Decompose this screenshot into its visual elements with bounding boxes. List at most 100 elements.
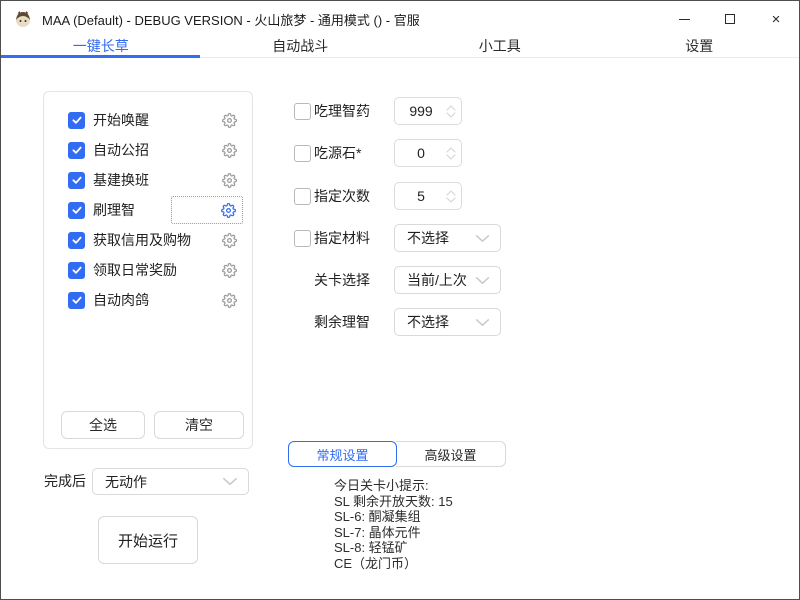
tip-line: SL-7: 晶体元件 — [334, 525, 453, 541]
chevron-down-icon — [475, 318, 490, 327]
task-row-credit-shopping: 获取信用及购物 — [44, 225, 252, 255]
after-completion-select[interactable]: 无动作 — [92, 468, 249, 495]
task-row-daily-rewards: 领取日常奖励 — [44, 255, 252, 285]
task-label: 自动肉鸽 — [93, 290, 215, 310]
select-value: 不选择 — [395, 228, 475, 248]
task-label: 开始唤醒 — [93, 110, 215, 130]
task-row-infrastructure: 基建换班 — [44, 165, 252, 195]
tab-farming[interactable]: 一键长草 — [1, 37, 201, 57]
app-window: MAA (Default) - DEBUG VERSION - 火山旅梦 - 通… — [0, 0, 800, 600]
tab-settings[interactable]: 设置 — [600, 37, 800, 57]
times-row: 指定次数 5 — [294, 182, 504, 210]
material-row: 指定材料 不选择 — [294, 224, 504, 252]
spinner-arrows-icon[interactable] — [441, 147, 461, 160]
window-title: MAA (Default) - DEBUG VERSION - 火山旅梦 - 通… — [42, 10, 420, 29]
spinner-arrows-icon[interactable] — [441, 190, 461, 203]
chevron-down-icon — [475, 234, 490, 243]
remaining-sanity-select[interactable]: 不选择 — [394, 308, 501, 336]
chevron-down-icon — [222, 477, 238, 486]
start-run-button[interactable]: 开始运行 — [98, 516, 198, 564]
task-label: 刷理智 — [93, 200, 171, 220]
gear-icon — [222, 173, 237, 188]
close-button[interactable]: × — [753, 1, 799, 37]
task-settings-gear-button[interactable] — [215, 286, 243, 314]
originium-count-spinner[interactable]: 0 — [394, 139, 462, 167]
tab-copilot[interactable]: 自动战斗 — [201, 37, 401, 57]
medicine-label: 吃理智药 — [314, 97, 370, 125]
task-checkbox[interactable] — [68, 172, 85, 189]
remaining-sanity-row: 剩余理智 不选择 — [294, 308, 504, 336]
task-settings-gear-button[interactable] — [214, 196, 242, 224]
task-list-panel: 开始唤醒 自动公招 基建换班 刷理智 获取信用及购物 领取 — [43, 91, 253, 449]
originium-label: 吃源石* — [314, 139, 361, 167]
times-count-spinner[interactable]: 5 — [394, 182, 462, 210]
task-settings-gear-button[interactable] — [215, 166, 243, 194]
tab-advanced-settings[interactable]: 高级设置 — [396, 441, 506, 467]
task-settings-gear-button[interactable] — [215, 106, 243, 134]
gear-icon — [222, 143, 237, 158]
gear-icon — [221, 203, 236, 218]
material-label: 指定材料 — [314, 224, 370, 252]
tab-toolbox[interactable]: 小工具 — [400, 37, 600, 57]
chevron-down-icon — [475, 276, 490, 285]
task-label: 领取日常奖励 — [93, 260, 215, 280]
settings-tab-group: 常规设置 高级设置 — [288, 441, 506, 467]
gear-icon — [222, 233, 237, 248]
stage-row: 关卡选择 当前/上次 — [294, 266, 504, 294]
select-value: 当前/上次 — [395, 270, 475, 290]
task-checkbox[interactable] — [68, 142, 85, 159]
task-label: 基建换班 — [93, 170, 215, 190]
select-value: 不选择 — [395, 312, 475, 332]
task-settings-gear-button[interactable] — [215, 136, 243, 164]
maximize-button[interactable] — [707, 1, 753, 37]
after-completion-label: 完成后 — [44, 468, 86, 495]
select-all-button[interactable]: 全选 — [61, 411, 145, 439]
spinner-arrows-icon[interactable] — [441, 105, 461, 118]
spinner-value: 999 — [395, 103, 441, 119]
gear-icon — [222, 113, 237, 128]
maximize-icon — [725, 14, 735, 24]
task-row-fight-sanity: 刷理智 — [44, 195, 252, 225]
task-row-recruit: 自动公招 — [44, 135, 252, 165]
task-checkbox[interactable] — [68, 202, 85, 219]
medicine-checkbox[interactable] — [294, 103, 311, 120]
task-row-roguelike: 自动肉鸽 — [44, 285, 252, 315]
tip-line: SL-8: 轻锰矿 — [334, 540, 453, 556]
material-select[interactable]: 不选择 — [394, 224, 501, 252]
times-checkbox[interactable] — [294, 188, 311, 205]
clear-button[interactable]: 清空 — [154, 411, 244, 439]
tip-line: SL-6: 酮凝集组 — [334, 509, 453, 525]
task-checkbox[interactable] — [68, 292, 85, 309]
task-row-wakeup: 开始唤醒 — [44, 105, 252, 135]
active-tab-underline — [1, 55, 200, 58]
tab-general-settings[interactable]: 常规设置 — [288, 441, 397, 467]
task-label: 自动公招 — [93, 140, 215, 160]
gear-icon — [222, 263, 237, 278]
tip-line: SL 剩余开放天数: 15 — [334, 494, 453, 510]
tip-line: 今日关卡小提示: — [334, 478, 453, 494]
task-settings-gear-button[interactable] — [215, 256, 243, 284]
task-checkbox[interactable] — [68, 232, 85, 249]
task-checkbox[interactable] — [68, 112, 85, 129]
gear-icon — [222, 293, 237, 308]
material-checkbox[interactable] — [294, 230, 311, 247]
stage-label: 关卡选择 — [314, 266, 370, 294]
minimize-button[interactable] — [661, 1, 707, 37]
app-logo-icon — [14, 10, 32, 28]
stage-select[interactable]: 当前/上次 — [394, 266, 501, 294]
select-value: 无动作 — [93, 472, 222, 492]
spinner-value: 0 — [395, 145, 441, 161]
times-label: 指定次数 — [314, 182, 370, 210]
close-icon: × — [772, 12, 781, 27]
medicine-count-spinner[interactable]: 999 — [394, 97, 462, 125]
medicine-row: 吃理智药 999 — [294, 97, 504, 125]
originium-checkbox[interactable] — [294, 145, 311, 162]
remaining-sanity-label: 剩余理智 — [314, 308, 370, 336]
daily-stage-tip: 今日关卡小提示: SL 剩余开放天数: 15 SL-6: 酮凝集组 SL-7: … — [334, 478, 453, 571]
task-checkbox[interactable] — [68, 262, 85, 279]
minimize-icon — [679, 19, 690, 20]
tip-line: CE（龙门币） — [334, 556, 453, 572]
focused-gear-outline — [171, 196, 243, 224]
task-settings-gear-button[interactable] — [215, 226, 243, 254]
spinner-value: 5 — [395, 188, 441, 204]
